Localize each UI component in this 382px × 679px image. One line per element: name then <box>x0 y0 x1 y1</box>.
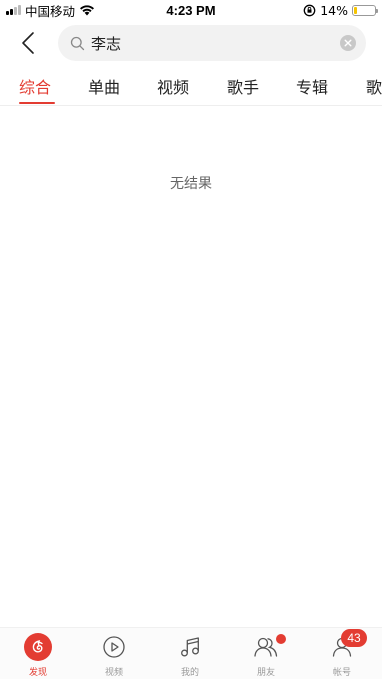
wifi-icon <box>80 5 95 16</box>
search-header: 李志 <box>0 24 382 62</box>
nav-friends-label: 朋友 <box>256 668 275 678</box>
netease-music-icon <box>24 633 52 661</box>
empty-result-message: 无结果 <box>170 176 212 192</box>
nav-mine-label: 我的 <box>180 668 199 678</box>
tab-comprehensive[interactable]: 综合 <box>19 74 51 98</box>
tab-partial[interactable]: 歌 <box>366 74 382 98</box>
search-query: 李志 <box>91 34 122 53</box>
nav-discover-label: 发现 <box>28 668 47 678</box>
search-category-tabs: 综合 单曲 视频 歌手 专辑 歌 <box>0 66 382 106</box>
account-icon: 43 <box>327 629 367 662</box>
nav-video[interactable]: 视频 <box>76 628 152 679</box>
nav-friends[interactable]: 朋友 <box>228 628 304 679</box>
signal-strength-icon <box>6 5 21 15</box>
nav-video-label: 视频 <box>104 668 123 678</box>
nav-mine[interactable]: 我的 <box>152 628 228 679</box>
nav-account-label: 帐号 <box>332 668 351 678</box>
bottom-navigation: 发现 视频 我的 朋友 43 帐号 <box>0 627 382 679</box>
search-input[interactable]: 李志 <box>58 25 366 61</box>
tab-albums[interactable]: 专辑 <box>296 74 328 98</box>
tab-songs[interactable]: 单曲 <box>88 74 120 98</box>
chevron-left-icon <box>22 32 34 54</box>
orientation-lock-icon <box>303 4 316 16</box>
play-video-icon <box>99 632 129 662</box>
friends-icon <box>251 632 286 662</box>
tab-videos[interactable]: 视频 <box>157 74 189 98</box>
status-right: 14% <box>303 2 378 18</box>
account-badge: 43 <box>341 629 367 647</box>
nav-discover[interactable]: 发现 <box>0 628 76 679</box>
battery-icon <box>352 4 378 16</box>
tab-artists[interactable]: 歌手 <box>227 74 259 98</box>
carrier-name: 中国移动 <box>25 3 76 19</box>
back-button[interactable] <box>14 28 42 58</box>
status-bar: 中国移动 4:23 PM 14% <box>0 0 382 20</box>
friends-notification-dot <box>276 634 286 644</box>
music-note-icon <box>175 632 205 662</box>
nav-account[interactable]: 43 帐号 <box>304 628 380 679</box>
status-left: 中国移动 <box>6 1 95 20</box>
status-time: 4:23 PM <box>166 2 216 18</box>
search-icon <box>70 36 85 50</box>
active-tab-indicator <box>19 102 55 104</box>
nav-discover-icon-wrap <box>23 632 53 662</box>
close-icon <box>344 39 352 47</box>
battery-percent: 14% <box>320 2 348 18</box>
battery-level-fill <box>354 6 357 14</box>
clear-search-button[interactable] <box>340 35 356 51</box>
